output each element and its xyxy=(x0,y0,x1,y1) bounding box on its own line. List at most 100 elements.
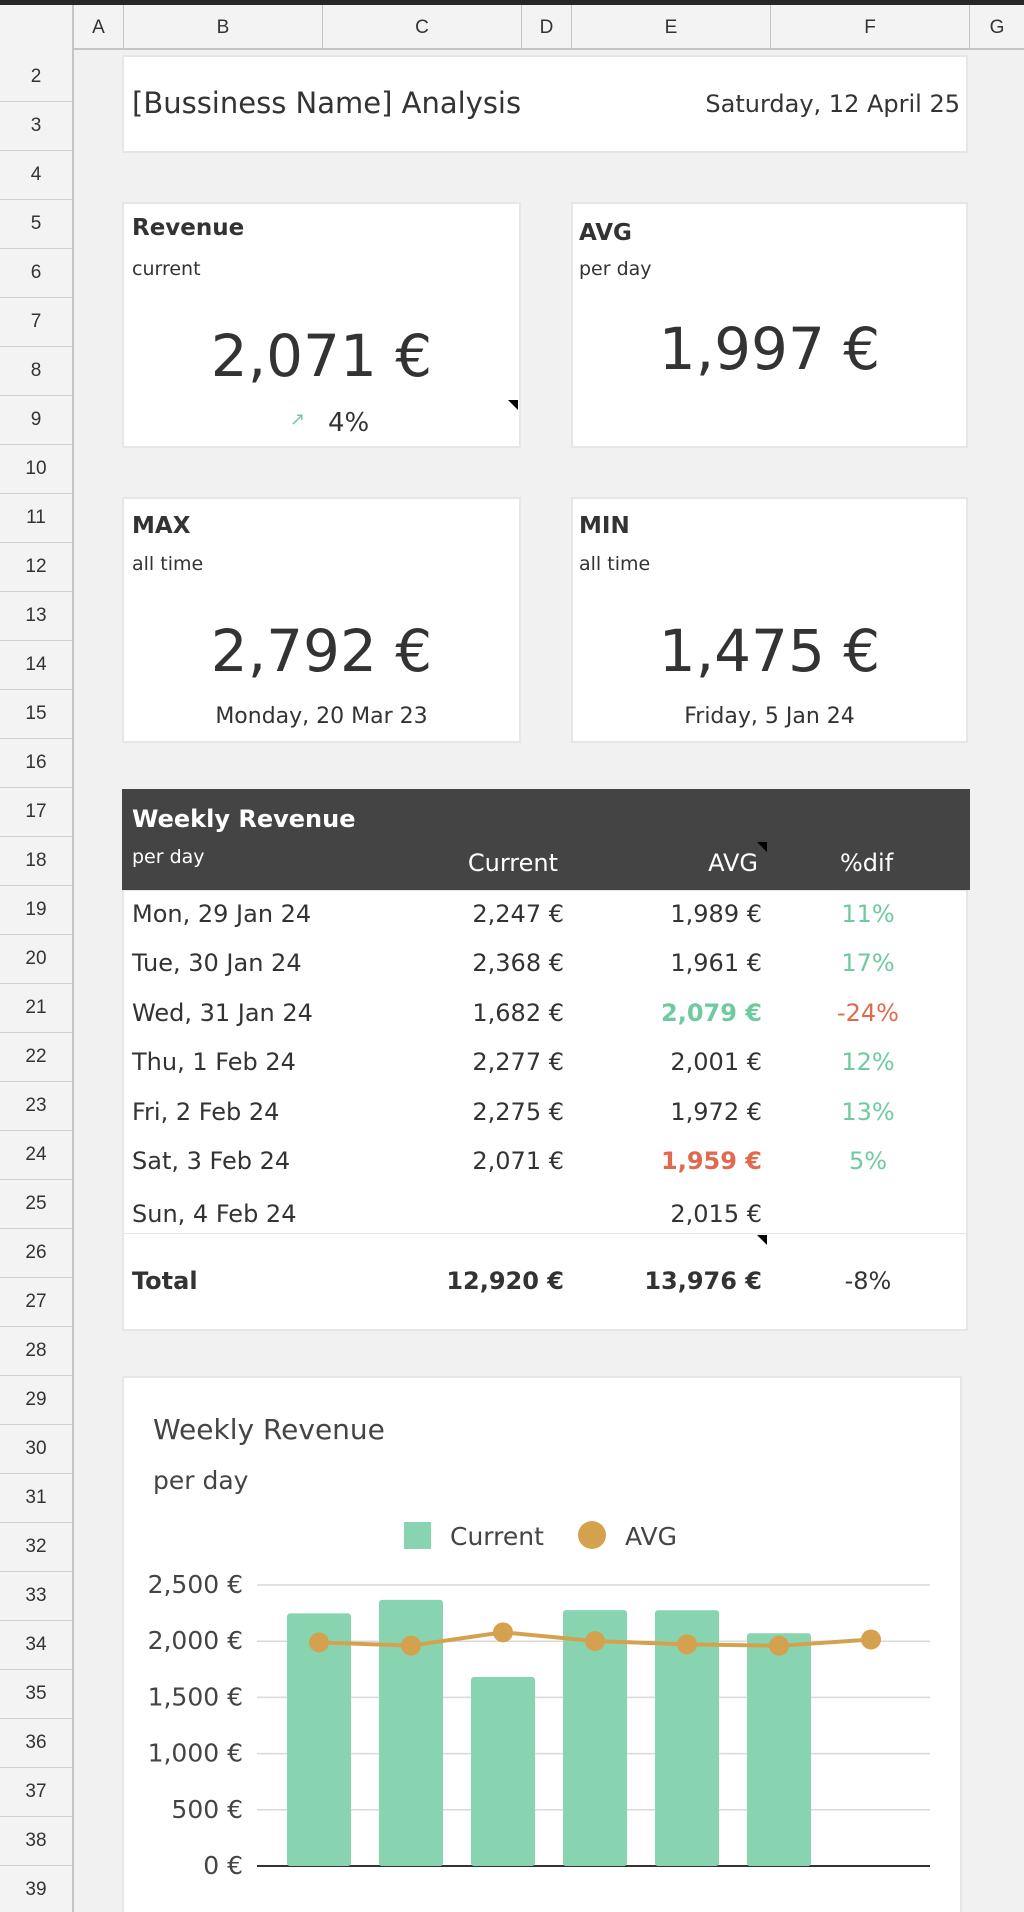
bar-wed[interactable] xyxy=(471,1676,535,1866)
table-row-current: 2,275 € xyxy=(472,1098,564,1126)
row-header-38[interactable]: 38 xyxy=(0,1817,72,1866)
select-all-corner[interactable] xyxy=(0,5,74,50)
table-row-day: Thu, 1 Feb 24 xyxy=(132,1048,296,1076)
table-row-day: Tue, 30 Jan 24 xyxy=(132,949,302,977)
row-header-24[interactable]: 24 xyxy=(0,1131,72,1180)
row-header-28[interactable]: 28 xyxy=(0,1327,72,1376)
row-header-bar: 2 3 4 5 6 7 8 9 10 11 12 13 14 15 16 17 18 19 20 21 22 23 24 25… xyxy=(0,50,74,1912)
row-header-17[interactable]: 17 xyxy=(0,788,72,837)
comment-indicator-icon[interactable] xyxy=(757,842,767,852)
table-row-dif: 12% xyxy=(841,1048,895,1076)
table-row-dif: 11% xyxy=(841,900,895,928)
min-card-title: MIN xyxy=(579,513,630,539)
max-card-subtitle: all time xyxy=(132,553,204,575)
row-header-9[interactable]: 9 xyxy=(0,396,72,445)
min-card-subtitle: all time xyxy=(579,553,651,575)
avg-point-wed[interactable] xyxy=(493,1622,513,1643)
max-date: Monday, 20 Mar 23 xyxy=(215,704,428,729)
bar-sat[interactable] xyxy=(747,1633,811,1866)
row-header-36[interactable]: 36 xyxy=(0,1719,72,1768)
row-header-8[interactable]: 8 xyxy=(0,347,72,396)
table-row-dif: 13% xyxy=(841,1098,895,1126)
row-header-27[interactable]: 27 xyxy=(0,1278,72,1327)
row-header-22[interactable]: 22 xyxy=(0,1033,72,1082)
row-header-5[interactable]: 5 xyxy=(0,200,72,249)
column-header-f[interactable]: F xyxy=(771,5,970,50)
row-header-7[interactable]: 7 xyxy=(0,298,72,347)
row-header-23[interactable]: 23 xyxy=(0,1082,72,1131)
y-tick-label: 2,500 € xyxy=(148,1570,243,1599)
row-header-2[interactable]: 2 xyxy=(0,53,72,102)
weekly-table-title: Weekly Revenue xyxy=(132,805,356,833)
total-label: Total xyxy=(132,1267,198,1295)
row-header-6[interactable]: 6 xyxy=(0,249,72,298)
row-header-16[interactable]: 16 xyxy=(0,739,72,788)
row-header-19[interactable]: 19 xyxy=(0,886,72,935)
column-header-a[interactable]: A xyxy=(74,5,124,50)
row-header-35[interactable]: 35 xyxy=(0,1670,72,1719)
row-header-4[interactable]: 4 xyxy=(0,151,72,200)
row-header-37[interactable]: 37 xyxy=(0,1768,72,1817)
column-header-g[interactable]: G xyxy=(970,5,1024,50)
column-header-b[interactable]: B xyxy=(124,5,323,50)
table-row-avg: 2,079 € xyxy=(661,999,762,1027)
avg-value: 1,997 € xyxy=(658,315,881,383)
row-header-11[interactable]: 11 xyxy=(0,494,72,543)
row-header-10[interactable]: 10 xyxy=(0,445,72,494)
row-header-18[interactable]: 18 xyxy=(0,837,72,886)
page-title: [Bussiness Name] Analysis xyxy=(132,86,522,120)
row-header-26[interactable]: 26 xyxy=(0,1229,72,1278)
row-header-33[interactable]: 33 xyxy=(0,1572,72,1621)
max-value: 2,792 € xyxy=(210,617,433,685)
row-header-29[interactable]: 29 xyxy=(0,1376,72,1425)
column-label-dif: %dif xyxy=(840,849,894,877)
table-row-current: 1,682 € xyxy=(472,999,564,1027)
table-row-avg: 1,961 € xyxy=(670,949,762,977)
revenue-card-subtitle: current xyxy=(132,258,201,280)
avg-point-tue[interactable] xyxy=(401,1635,421,1656)
avg-point-sat[interactable] xyxy=(769,1635,789,1656)
column-header-e[interactable]: E xyxy=(572,5,771,50)
table-row-current: 2,071 € xyxy=(472,1147,564,1175)
y-tick-label: 2,000 € xyxy=(148,1626,243,1655)
row-header-12[interactable]: 12 xyxy=(0,543,72,592)
row-header-15[interactable]: 15 xyxy=(0,690,72,739)
row-header-30[interactable]: 30 xyxy=(0,1425,72,1474)
table-row-day: Sun, 4 Feb 24 xyxy=(132,1200,297,1228)
column-header-d[interactable]: D xyxy=(522,5,572,50)
avg-point-sun[interactable] xyxy=(861,1629,881,1650)
row-header-31[interactable]: 31 xyxy=(0,1474,72,1523)
row-header-14[interactable]: 14 xyxy=(0,641,72,690)
table-row-avg: 2,001 € xyxy=(670,1048,762,1076)
row-header-21[interactable]: 21 xyxy=(0,984,72,1033)
avg-card-subtitle: per day xyxy=(579,258,652,280)
weekly-revenue-chart: 0 € 500 € 1,000 € 1,500 € 2,000 € 2,500 € Curr… xyxy=(148,1521,930,1880)
row-header-25[interactable]: 25 xyxy=(0,1180,72,1229)
row-header-13[interactable]: 13 xyxy=(0,592,72,641)
legend-avg-label: AVG xyxy=(625,1522,677,1551)
table-divider xyxy=(122,1233,968,1234)
row-header-20[interactable]: 20 xyxy=(0,935,72,984)
table-row-day: Mon, 29 Jan 24 xyxy=(132,900,312,928)
comment-indicator-icon[interactable] xyxy=(508,400,518,410)
row-header-34[interactable]: 34 xyxy=(0,1621,72,1670)
table-row-day: Wed, 31 Jan 24 xyxy=(132,999,313,1027)
comment-indicator-icon[interactable] xyxy=(757,1235,767,1245)
row-header-3[interactable]: 3 xyxy=(0,102,72,151)
avg-point-thu[interactable] xyxy=(585,1631,605,1652)
total-dif: -8% xyxy=(844,1267,892,1295)
row-header-32[interactable]: 32 xyxy=(0,1523,72,1572)
table-row-dif: 5% xyxy=(848,1147,888,1175)
weekly-table-header: Weekly Revenue per day Current AVG %dif xyxy=(122,789,970,890)
table-row-dif: 17% xyxy=(841,949,895,977)
table-row-dif: -24% xyxy=(836,999,899,1027)
avg-point-fri[interactable] xyxy=(677,1634,697,1655)
min-value: 1,475 € xyxy=(658,617,881,685)
column-header-c[interactable]: C xyxy=(323,5,522,50)
table-row-avg: 1,972 € xyxy=(670,1098,762,1126)
avg-point-mon[interactable] xyxy=(309,1632,329,1653)
table-row-avg: 2,015 € xyxy=(670,1200,762,1228)
legend-avg-swatch xyxy=(578,1521,606,1549)
revenue-card-title: Revenue xyxy=(132,215,245,241)
row-header-39[interactable]: 39 xyxy=(0,1866,72,1912)
